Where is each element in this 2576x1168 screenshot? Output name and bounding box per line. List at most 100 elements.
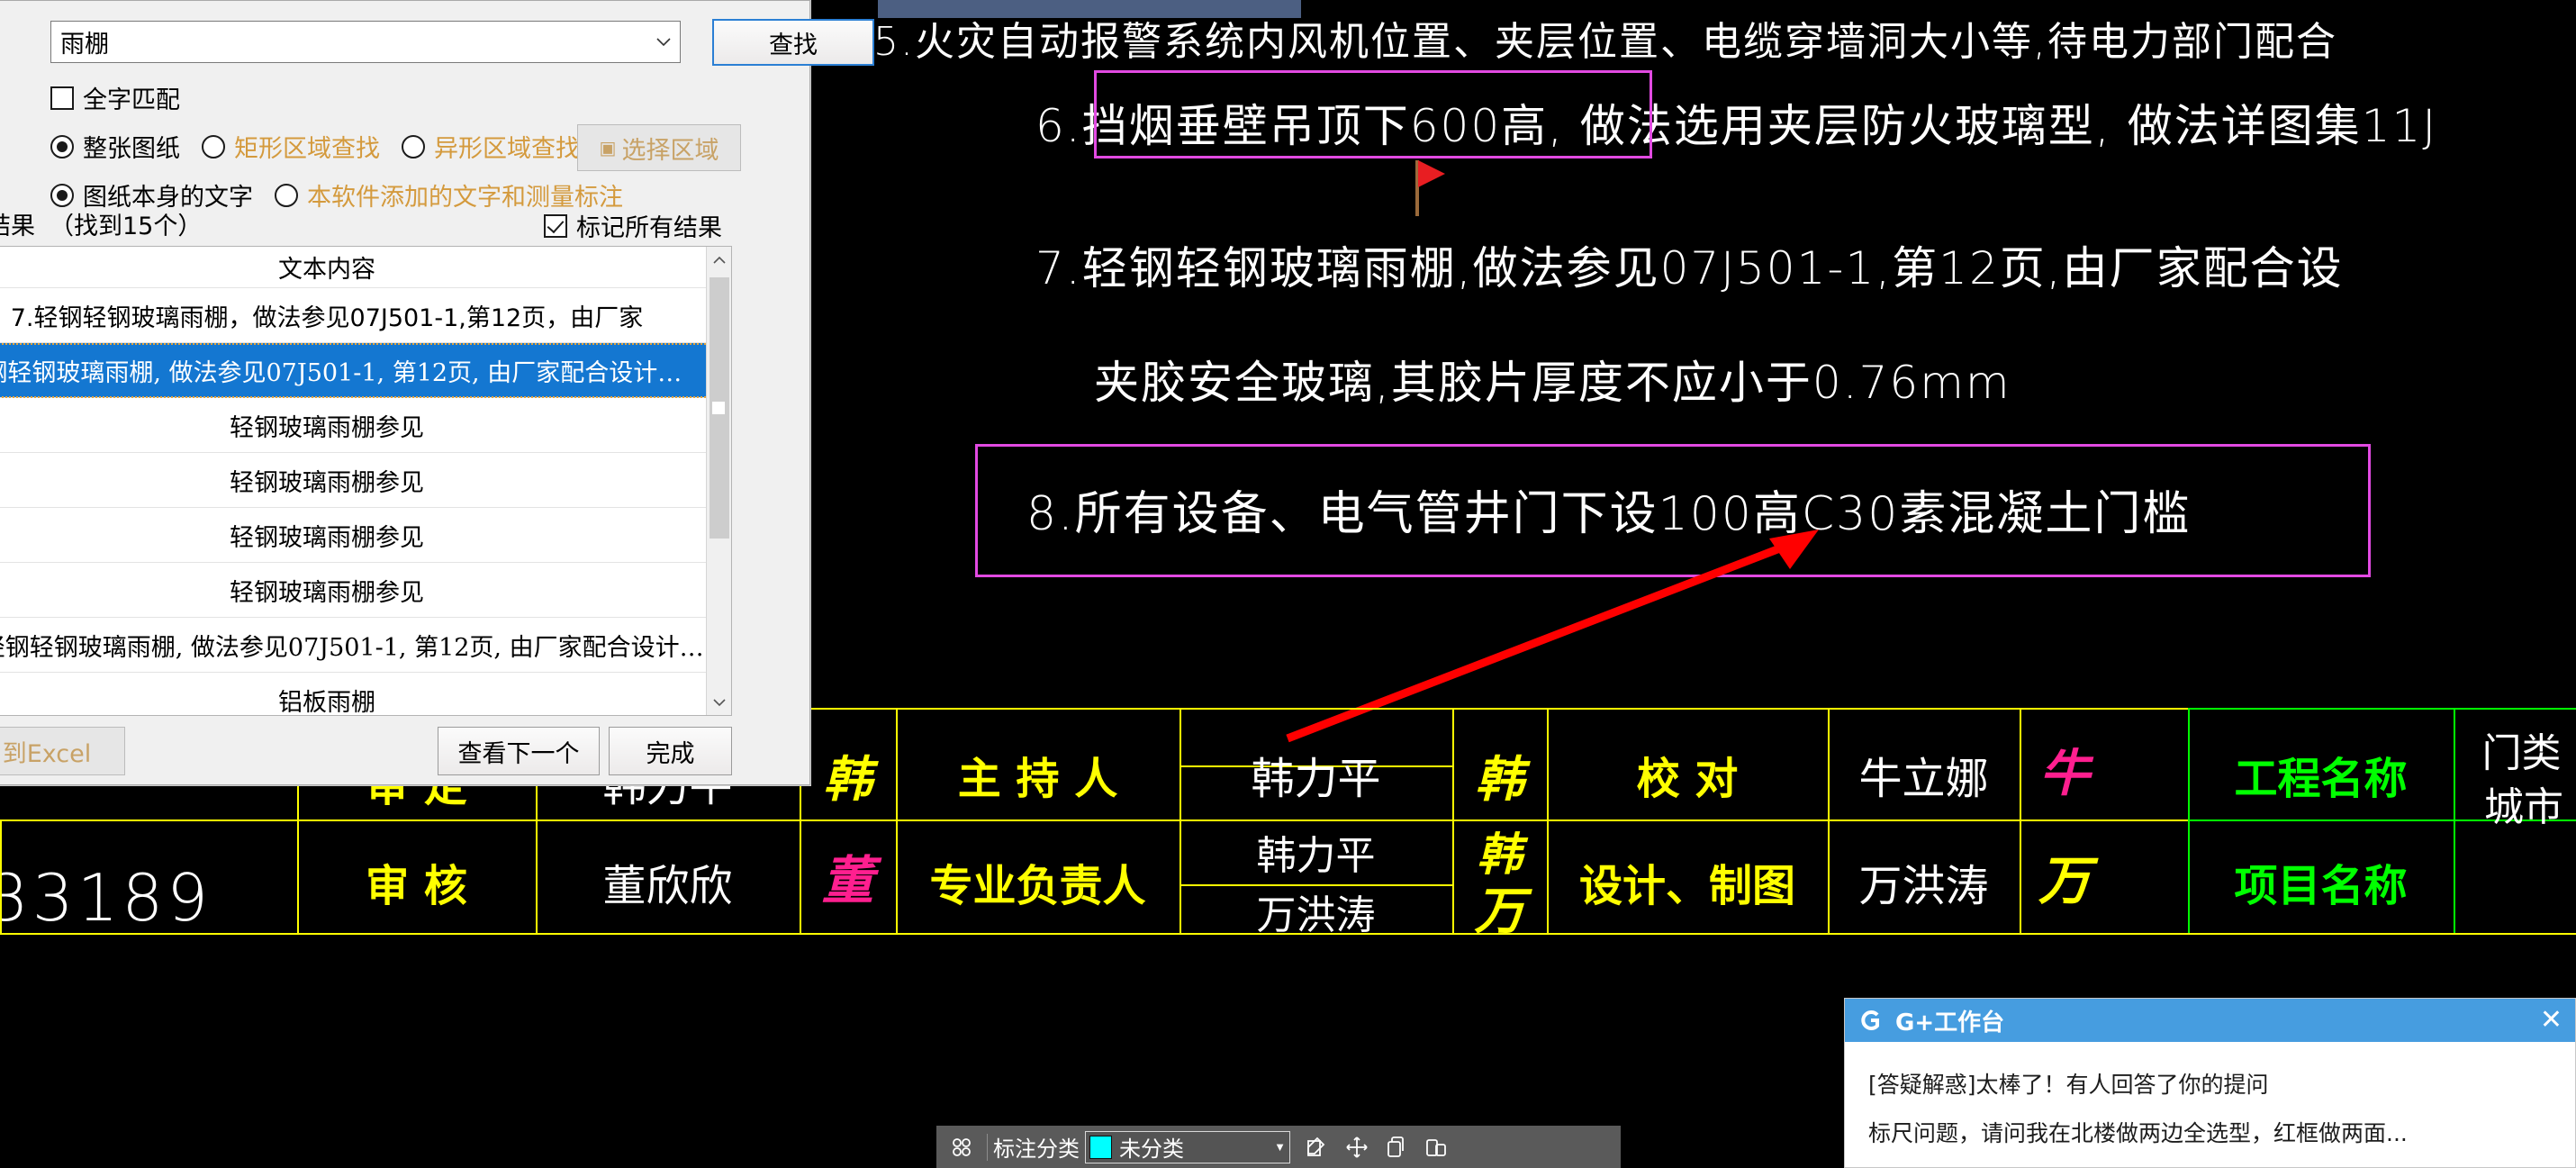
tb-rule-top-green (2188, 708, 2576, 710)
annotation-category-label: 标注分类 (993, 1136, 1080, 1162)
gplus-logo-icon (1857, 1007, 1885, 1034)
select-area-button[interactable]: ▣ 选择区域 (577, 124, 741, 171)
list-item[interactable]: 铝板雨棚 (0, 673, 731, 716)
notification-header: G+工作台 ✕ (1845, 999, 2575, 1042)
search-input-value[interactable]: 雨棚 (51, 24, 647, 59)
find-text-dialog[interactable]: 内容： 雨棚 查找 条件： 全字匹配 区域： (0, 0, 874, 785)
radio-app-text[interactable] (275, 183, 298, 207)
whole-word-label: 全字匹配 (83, 86, 180, 114)
list-item[interactable]: 轻钢玻璃雨棚参见 (0, 563, 731, 618)
tb-cell-fuzeren-name1: 韩力平 (1256, 833, 1376, 879)
find-result-count: （找到15个） (50, 213, 203, 240)
tb-cell-zhuchiren-sig: 韩 (1475, 750, 1524, 808)
list-item[interactable]: 5. 轻钢轻钢玻璃雨棚, 做法参见07J501-1, 第12页, 由厂家配合设计… (0, 618, 731, 673)
paste-icon[interactable] (1416, 1129, 1456, 1165)
radio-whole-drawing[interactable] (50, 134, 74, 158)
tb-col-11 (2454, 708, 2455, 933)
tb-cell-zhuchiren-name: 韩力平 (1251, 754, 1381, 804)
tb-cell-fuzeren-label: 专业负责人 (929, 861, 1146, 911)
list-item[interactable]: 轻钢玻璃雨棚参见 (0, 398, 731, 453)
mark-all-label: 标记所有结果 (576, 214, 722, 242)
cad-note-6: 6.挡烟垂壁吊顶下600高, 做法选用夹层防火玻璃型, 做法详图集11J (1035, 100, 2438, 152)
mark-all-checkbox[interactable] (544, 213, 567, 238)
move-icon[interactable] (1337, 1129, 1377, 1165)
find-dialog-body: 内容： 雨棚 查找 条件： 全字匹配 区域： (0, 1, 874, 784)
cad-note-5: 5.火灾自动报警系统内风机位置、夹层位置、电缆穿墙洞大小等,待电力部门配合 (873, 19, 2337, 65)
edit-icon[interactable] (1297, 1129, 1337, 1165)
area-options-group[interactable]: 整张图纸 矩形区域查找 异形区域查找 (50, 129, 601, 164)
tb-cell-shenhe-name: 董欣欣 (602, 861, 733, 911)
tb-cell-sheji-name: 万洪涛 (1858, 861, 1989, 911)
scroll-down-icon[interactable] (707, 690, 731, 715)
radio-poly-area[interactable] (402, 134, 425, 158)
scroll-up-icon[interactable] (707, 247, 731, 272)
results-column-header: 文本内容 (0, 247, 731, 288)
notification-body: [答疑解惑]太棒了！有人回答了你的提问 标尺问题，请问我在北楼做两边全选型，红框… (1845, 1042, 2575, 1148)
close-icon[interactable]: ✕ (2540, 1007, 2562, 1034)
find-content-label: 内容： (0, 26, 11, 61)
tb-cell-fuzeren-name2: 万洪涛 (1256, 892, 1376, 938)
results-scrollbar[interactable] (706, 247, 731, 715)
tb-cell-chengshi: 城市 (2484, 784, 2563, 830)
tb-cell-projectname-label: 项目名称 (2234, 861, 2408, 911)
find-result-row: 显示结果 （找到15个） (0, 206, 202, 241)
chevron-down-icon[interactable] (647, 22, 680, 62)
toolbar-divider (987, 1133, 988, 1161)
tb-cell-shending-sig: 韩 (823, 750, 872, 808)
find-result-label: 显示结果 (0, 213, 35, 240)
tb-cell-fuzeren-sig2: 万 (1474, 882, 1525, 941)
tb-cell-zhuchiren-label: 主 持 人 (957, 754, 1118, 804)
cad-note-8: 8.所有设备、电气管井门下设100高C30素混凝土门槛 (1026, 487, 2192, 541)
list-item[interactable]: 7.轻钢轻钢玻璃雨棚，做法参见07J501-1,第12页，由厂家 (0, 288, 731, 343)
whole-word-option[interactable]: 全字匹配 (50, 80, 202, 115)
scrollbar-nub (712, 402, 725, 414)
list-item[interactable]: 轻钢玻璃雨棚参见 (0, 453, 731, 508)
find-area-label: 区域： (0, 129, 11, 164)
search-input-combo[interactable]: 雨棚 (50, 21, 681, 63)
radio-whole-drawing-label: 整张图纸 (83, 135, 180, 163)
results-rows: 7.轻钢轻钢玻璃雨棚，做法参见07J501-1,第12页，由厂家 7. 轻钢轻钢… (0, 288, 731, 716)
radio-drawing-text[interactable] (50, 183, 74, 207)
annotation-category-select[interactable]: 未分类 ▼ (1085, 1130, 1290, 1163)
cad-note-7-line2: 夹胶安全玻璃,其胶片厚度不应小于0.76mm (1094, 357, 2011, 409)
tb-cell-menlei: 门类 (2481, 730, 2562, 776)
grid-icon[interactable] (942, 1129, 981, 1165)
find-content-row: 内容： (0, 26, 11, 61)
radio-rect-area-label: 矩形区域查找 (234, 135, 380, 163)
select-area-icon: ▣ (599, 137, 617, 158)
chevron-down-icon[interactable]: ▼ (1274, 1140, 1286, 1154)
tb-cell-sheji-label: 设计、制图 (1578, 861, 1795, 911)
done-button[interactable]: 完成 (609, 727, 732, 775)
select-area-label: 选择区域 (621, 136, 719, 165)
notification-sub-message[interactable]: 标尺问题，请问我在北楼做两边全选型，红框做两面... (1868, 1116, 2552, 1148)
whole-word-checkbox[interactable] (50, 86, 74, 110)
tb-cell-jiaodui-label: 校 对 (1636, 754, 1739, 804)
annotation-toolbar[interactable]: 标注分类 未分类 ▼ (936, 1126, 1621, 1168)
list-item-selected[interactable]: 7. 轻钢轻钢玻璃雨棚, 做法参见07J501-1, 第12页, 由厂家配合设计… (0, 343, 731, 398)
copy-icon[interactable] (1377, 1129, 1416, 1165)
find-button[interactable]: 查找 (712, 19, 874, 66)
tb-cell-jiaodui-name: 牛立娜 (1858, 754, 1989, 804)
tb-cell-shenhe-label: 审 核 (366, 861, 467, 911)
tb-rule-mid (0, 819, 2188, 821)
find-area-row: 区域： (0, 129, 11, 164)
mark-all-results-option[interactable]: 标记所有结果 (544, 208, 744, 243)
app-root: 5.火灾自动报警系统内风机位置、夹层位置、电缆穿墙洞大小等,待电力部门配合 6.… (0, 0, 2576, 1168)
radio-poly-area-label: 异形区域查找 (434, 135, 580, 163)
notification-popup[interactable]: G+工作台 ✕ [答疑解惑]太棒了！有人回答了你的提问 标尺问题，请问我在北楼做… (1844, 998, 2576, 1168)
list-item[interactable]: 轻钢玻璃雨棚参见 (0, 508, 731, 563)
category-selected-value: 未分类 (1119, 1136, 1184, 1162)
tb-cell-shenhe-sig: 董 (821, 850, 874, 911)
cad-note-7-line1: 7.轻钢轻钢玻璃雨棚,做法参见07J501-1,第12页,由厂家配合设 (1035, 242, 2344, 294)
find-condition-label: 条件： (0, 80, 11, 115)
tb-cell-sheji-sig: 万 (2038, 850, 2091, 911)
view-next-button[interactable]: 查看下一个 (438, 727, 600, 775)
tb-cell-jiaodui-sig: 牛 (2039, 744, 2090, 803)
export-excel-button[interactable]: 导出到Excel (0, 727, 125, 775)
category-color-swatch (1089, 1135, 1112, 1159)
search-results-list[interactable]: 文本内容 7.轻钢轻钢玻璃雨棚，做法参见07J501-1,第12页，由厂家 7.… (0, 246, 732, 716)
notification-message[interactable]: [答疑解惑]太棒了！有人回答了你的提问 (1868, 1067, 2552, 1100)
find-condition-row: 条件： (0, 80, 11, 115)
tb-col-left (0, 819, 2, 933)
radio-rect-area[interactable] (202, 134, 225, 158)
